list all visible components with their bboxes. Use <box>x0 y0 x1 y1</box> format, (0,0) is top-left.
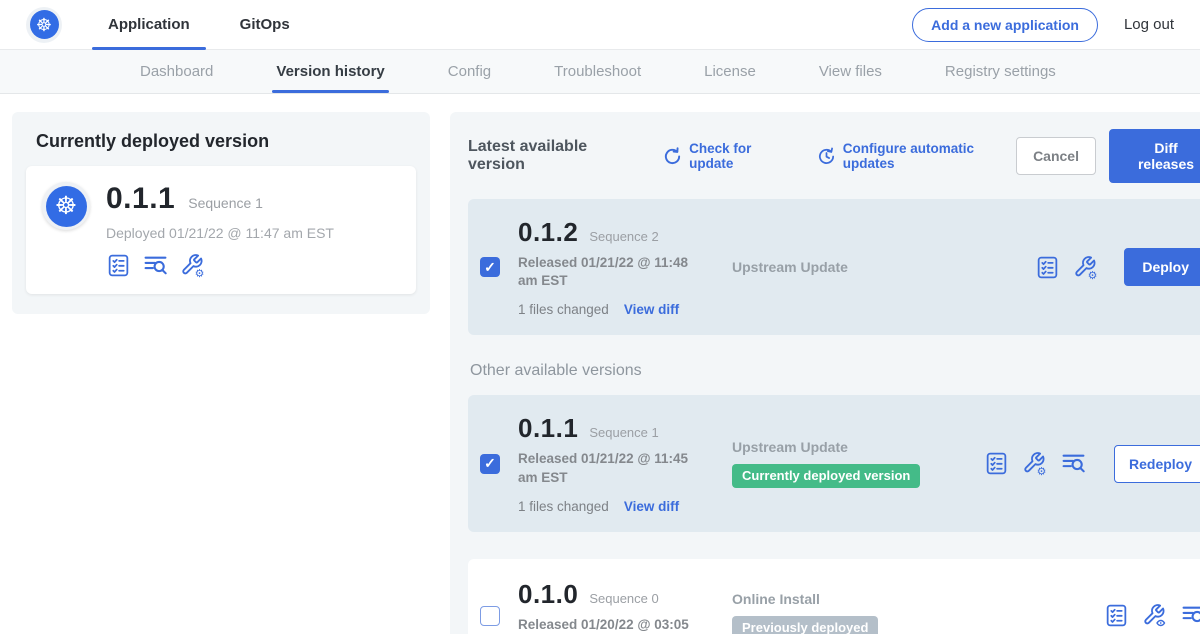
tab-troubleshoot[interactable]: Troubleshoot <box>554 50 641 93</box>
view-diff-link[interactable]: View diff <box>624 499 679 514</box>
version-source-label: Upstream Update <box>732 439 984 455</box>
deploy-logs-icon[interactable] <box>142 253 169 278</box>
kubernetes-helm-icon: ☸ <box>46 186 87 227</box>
refresh-icon <box>662 146 683 167</box>
main-content: Currently deployed version ☸ 0.1.1 Seque… <box>0 94 1200 634</box>
version-number: 0.1.1 <box>518 413 578 444</box>
redeploy-button[interactable]: Redeploy <box>1114 445 1200 483</box>
files-changed-label: 1 files changed <box>518 499 609 514</box>
deploy-logs-icon[interactable] <box>1060 451 1087 476</box>
tab-license[interactable]: License <box>704 50 756 93</box>
kubernetes-helm-icon: ☸ <box>30 10 59 39</box>
edit-config-icon[interactable]: ⚙ <box>1022 451 1047 476</box>
deployed-sequence-label: Sequence 1 <box>188 195 263 211</box>
tab-registry-settings[interactable]: Registry settings <box>945 50 1056 93</box>
version-source-label: Upstream Update <box>732 259 984 275</box>
tab-version-history[interactable]: Version history <box>276 50 384 93</box>
tab-config[interactable]: Config <box>448 50 491 93</box>
sequence-label: Sequence 2 <box>589 229 658 244</box>
configure-auto-updates-link[interactable]: Configure automatic updates <box>816 141 1016 171</box>
version-card-0-1-1: 0.1.1 Sequence 1 Released 01/21/22 @ 11:… <box>468 395 1200 531</box>
logout-link[interactable]: Log out <box>1124 16 1174 33</box>
sequence-label: Sequence 0 <box>589 591 658 606</box>
preflight-checks-icon[interactable] <box>1035 255 1060 280</box>
auto-update-clock-icon <box>816 146 837 167</box>
version-card-0-1-2: 0.1.2 Sequence 2 Released 01/21/22 @ 11:… <box>468 199 1200 335</box>
preflight-checks-icon[interactable] <box>1104 603 1129 628</box>
view-diff-link[interactable]: View diff <box>624 302 679 317</box>
deployed-version-number: 0.1.1 <box>106 182 175 216</box>
currently-deployed-badge: Currently deployed version <box>732 464 920 488</box>
version-checkbox[interactable] <box>480 257 500 277</box>
tab-dashboard[interactable]: Dashboard <box>140 50 213 93</box>
app-sub-nav: Dashboard Version history Config Trouble… <box>0 50 1200 94</box>
nav-tab-application[interactable]: Application <box>98 0 200 50</box>
svg-text:⚙: ⚙ <box>1088 269 1098 280</box>
check-for-update-link[interactable]: Check for update <box>662 141 791 171</box>
cancel-button[interactable]: Cancel <box>1016 137 1096 175</box>
currently-deployed-panel: Currently deployed version ☸ 0.1.1 Seque… <box>12 112 430 314</box>
svg-text:⚙: ⚙ <box>195 267 205 278</box>
deploy-logs-icon[interactable] <box>1180 603 1200 628</box>
previously-deployed-badge: Previously deployed <box>732 616 878 634</box>
view-config-icon[interactable] <box>1142 603 1167 628</box>
version-checkbox[interactable] <box>480 454 500 474</box>
version-source-label: Online Install <box>732 591 984 607</box>
currently-deployed-title: Currently deployed version <box>36 131 416 152</box>
kubernetes-logo: ☸ <box>26 7 62 43</box>
version-checkbox[interactable] <box>480 606 500 626</box>
edit-config-icon[interactable]: ⚙ <box>180 253 205 278</box>
released-timestamp: Released 01/21/22 @ 11:48 am EST <box>518 254 710 290</box>
version-number: 0.1.2 <box>518 217 578 248</box>
top-nav: ☸ Application GitOps Add a new applicati… <box>0 0 1200 50</box>
deployed-version-card: ☸ 0.1.1 Sequence 1 Deployed 01/21/22 @ 1… <box>26 166 416 294</box>
version-history-panel: Latest available version Check for updat… <box>450 112 1200 634</box>
preflight-checks-icon[interactable] <box>106 253 131 278</box>
deployed-timestamp: Deployed 01/21/22 @ 11:47 am EST <box>106 225 334 241</box>
latest-version-title: Latest available version <box>468 138 637 174</box>
tab-view-files[interactable]: View files <box>819 50 882 93</box>
deploy-button[interactable]: Deploy <box>1124 248 1200 286</box>
app-logo: ☸ <box>42 182 90 230</box>
nav-tab-gitops[interactable]: GitOps <box>230 0 300 50</box>
svg-text:⚙: ⚙ <box>1037 465 1047 476</box>
add-new-application-button[interactable]: Add a new application <box>912 8 1098 42</box>
sequence-label: Sequence 1 <box>589 425 658 440</box>
version-number: 0.1.0 <box>518 579 578 610</box>
files-changed-label: 1 files changed <box>518 302 609 317</box>
version-card-0-1-0: 0.1.0 Sequence 0 Released 01/20/22 @ 03:… <box>468 559 1200 634</box>
diff-releases-button[interactable]: Diff releases <box>1109 129 1200 183</box>
released-timestamp: Released 01/21/22 @ 11:45 am EST <box>518 450 710 486</box>
latest-version-header: Latest available version Check for updat… <box>468 129 1200 183</box>
released-timestamp: Released 01/20/22 @ 03:05 pm EST <box>518 616 710 634</box>
other-versions-title: Other available versions <box>470 362 1200 380</box>
preflight-checks-icon[interactable] <box>984 451 1009 476</box>
edit-config-icon[interactable]: ⚙ <box>1073 255 1098 280</box>
